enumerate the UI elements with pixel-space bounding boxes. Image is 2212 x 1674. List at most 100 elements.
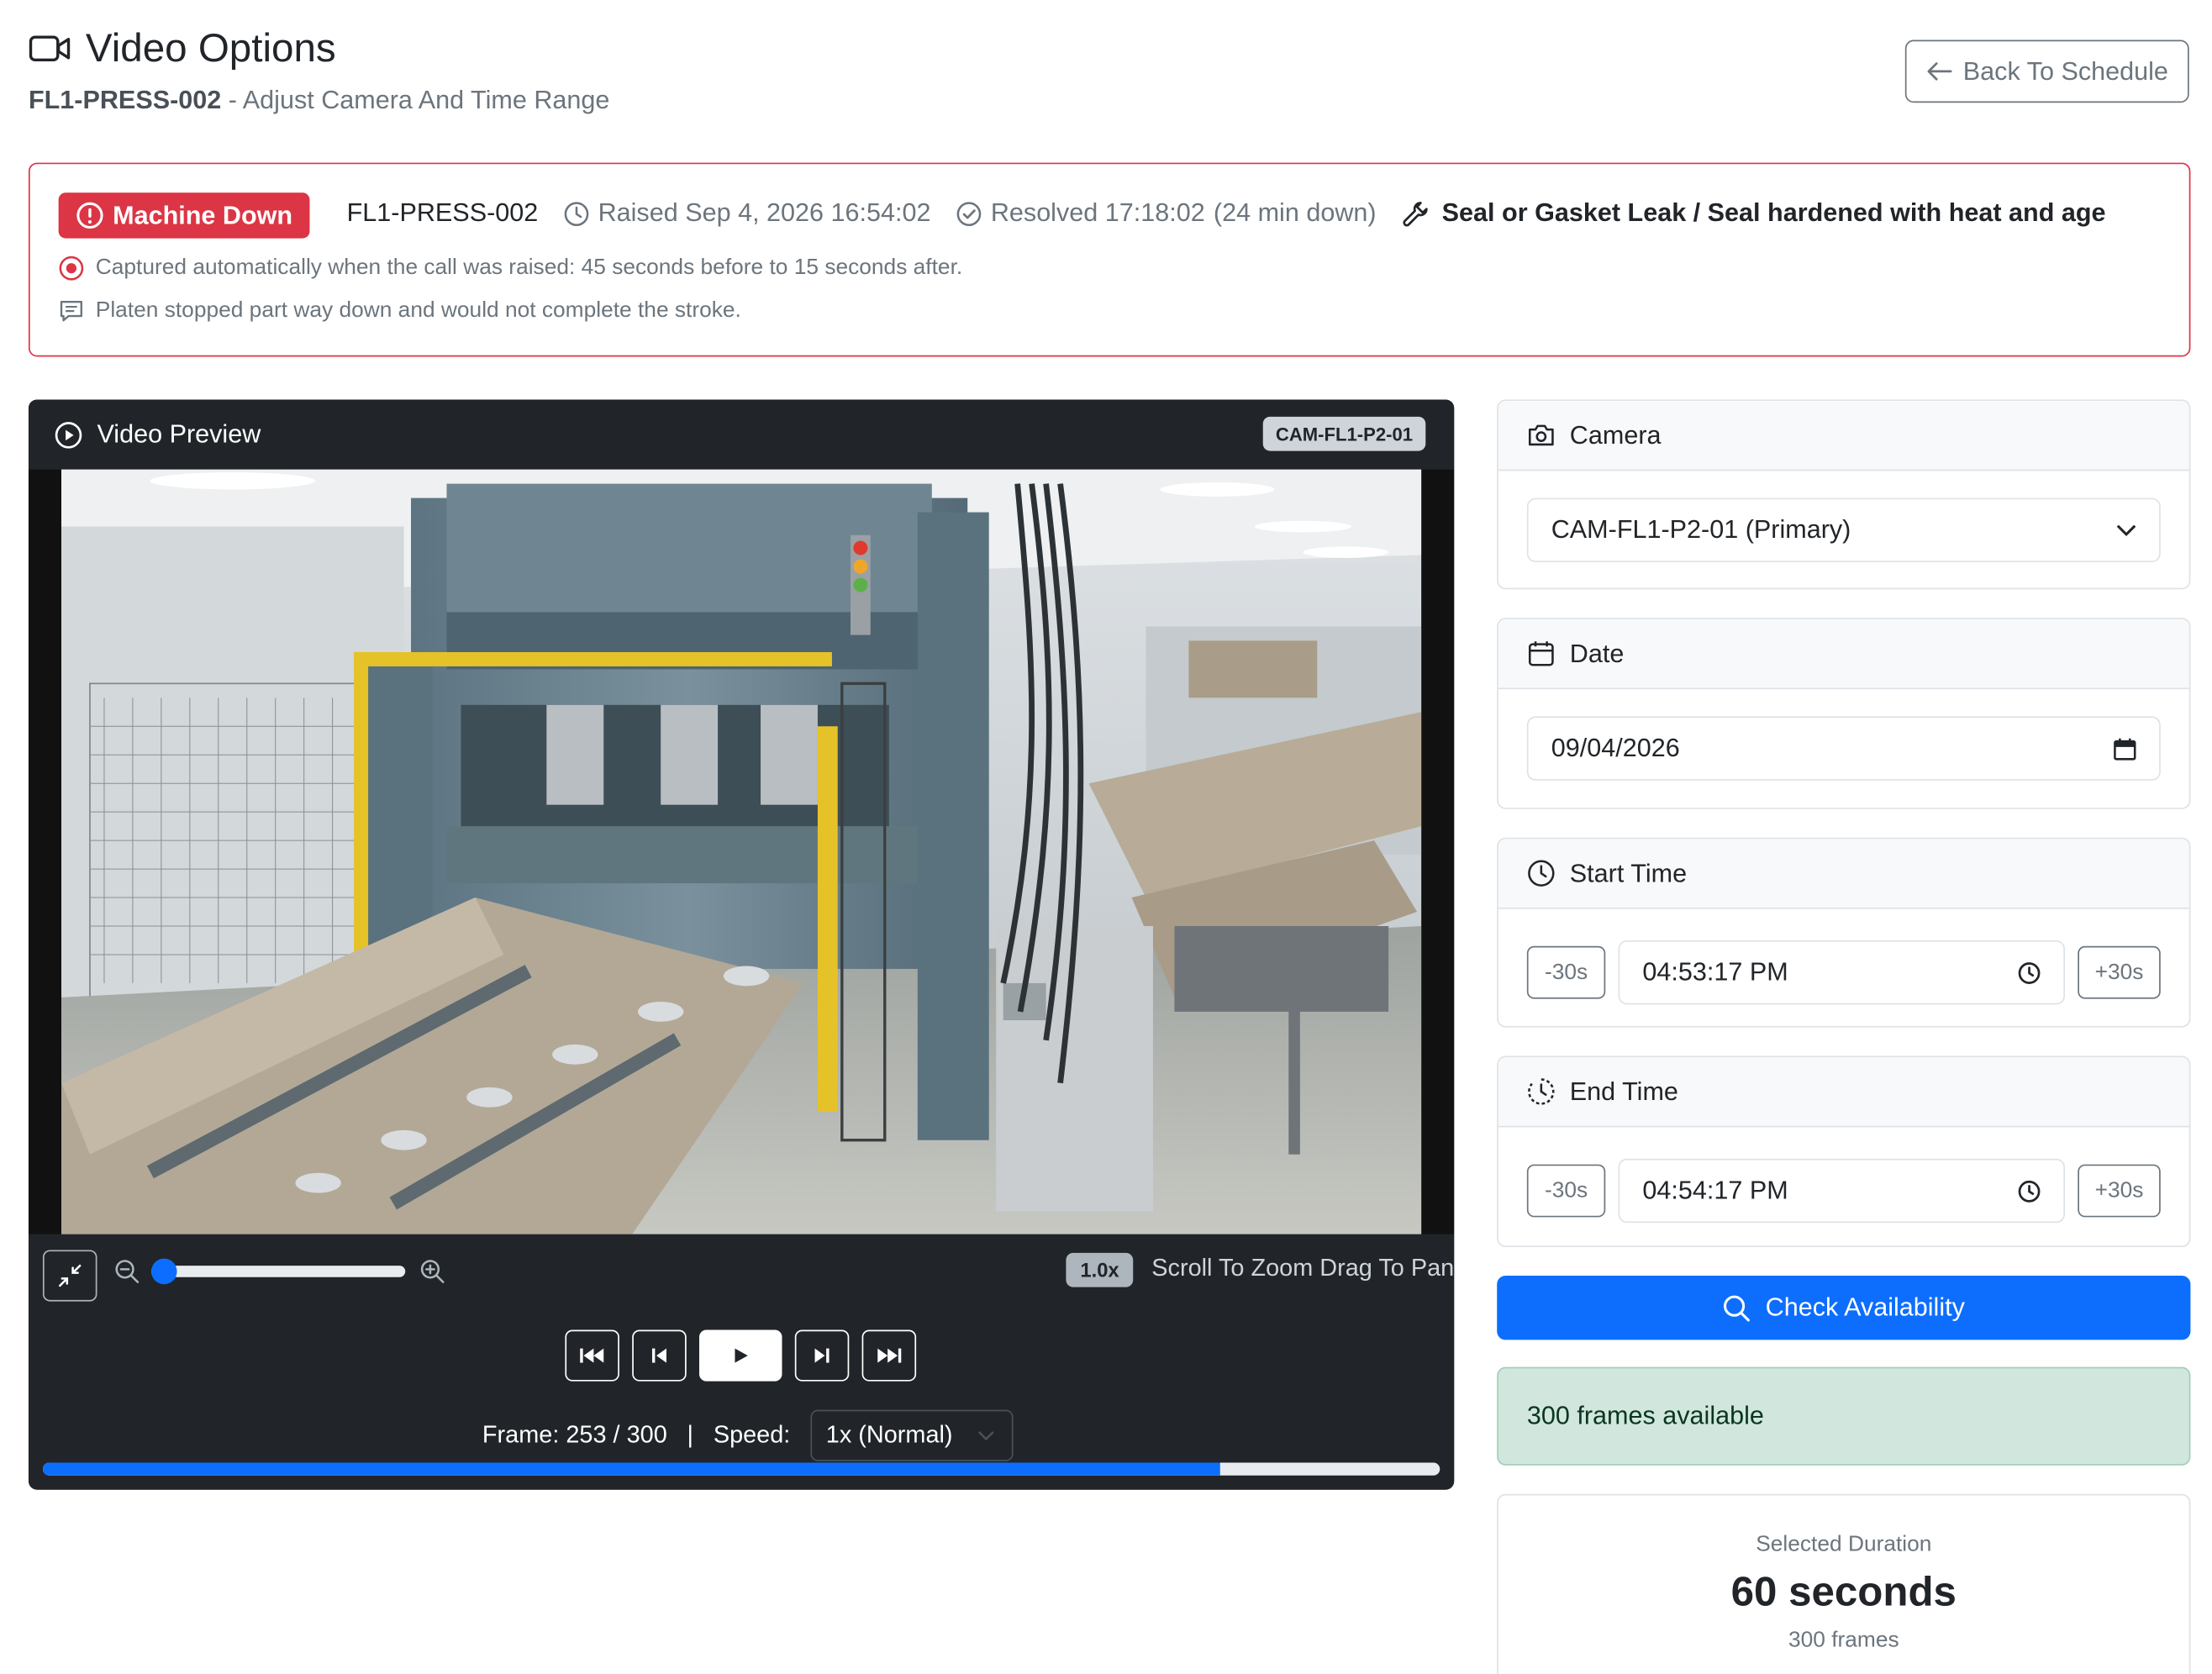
alert-issue-text: Seal or Gasket Leak / Seal hardened with… bbox=[1441, 198, 2106, 227]
search-icon bbox=[1723, 1293, 1751, 1322]
selected-duration-card: Selected Duration 60 seconds 300 frames bbox=[1497, 1493, 2191, 1674]
step-forward-icon bbox=[814, 1347, 830, 1364]
alert-resolved: Resolved 17:18:02 (24 min down) bbox=[956, 198, 1377, 229]
video-frame[interactable] bbox=[28, 469, 1455, 1234]
arrow-left-icon bbox=[1926, 61, 1952, 82]
time-picker-icon[interactable] bbox=[2018, 1179, 2041, 1202]
date-card-header: Date bbox=[1498, 619, 2189, 690]
camera-select[interactable]: CAM-FL1-P2-01 (Primary) bbox=[1526, 497, 2161, 563]
alert-raised-text: Raised Sep 4, 2026 16:54:02 bbox=[598, 198, 931, 227]
alert-downtime: (24 min down) bbox=[1213, 198, 1377, 227]
date-card: Date 09/04/2026 bbox=[1497, 618, 2191, 809]
step-back-icon bbox=[650, 1347, 667, 1364]
end-plus-30s-button[interactable]: +30s bbox=[2078, 1164, 2161, 1218]
start-time-card-header: Start Time bbox=[1498, 839, 2189, 909]
skip-to-start-button[interactable] bbox=[565, 1329, 619, 1382]
end-time-card-title: End Time bbox=[1569, 1077, 1678, 1106]
play-circle-icon bbox=[55, 420, 83, 449]
alert-comment-text: Platen stopped part way down and would n… bbox=[95, 297, 741, 323]
video-preview-header: Video Preview bbox=[28, 399, 1455, 470]
check-availability-button[interactable]: Check Availability bbox=[1497, 1276, 2191, 1340]
zoom-in-icon[interactable] bbox=[419, 1259, 445, 1285]
end-time-value: 04:54:17 PM bbox=[1642, 1176, 1788, 1205]
downtime-alert: Machine Down FL1-PRESS-002 Raised Sep 4,… bbox=[28, 162, 2191, 357]
page-subtitle: FL1-PRESS-002 - Adjust Camera And Time R… bbox=[29, 86, 609, 116]
play-icon bbox=[732, 1347, 749, 1364]
speed-select-value: 1x (Normal) bbox=[825, 1421, 953, 1449]
frame-counter: Frame: 253 / 300 bbox=[482, 1421, 667, 1449]
zoom-toolbar: 1.0x Scroll To Zoom Drag To Pan bbox=[28, 1234, 1455, 1316]
status-badge: Machine Down bbox=[58, 192, 310, 239]
alert-issue: Seal or Gasket Leak / Seal hardened with… bbox=[1402, 198, 2106, 229]
video-preview-title: Video Preview bbox=[97, 419, 261, 449]
speed-label: Speed: bbox=[713, 1421, 791, 1449]
check-availability-label: Check Availability bbox=[1765, 1292, 1965, 1322]
fullscreen-exit-button[interactable] bbox=[42, 1250, 97, 1302]
start-minus-30s-button[interactable]: -30s bbox=[1526, 945, 1606, 999]
page-title: Video Options bbox=[29, 26, 336, 71]
playback-controls: Frame: 253 / 300 | Speed: 1x (Normal) bbox=[28, 1315, 1455, 1490]
clock-icon bbox=[1527, 859, 1556, 887]
time-picker-icon[interactable] bbox=[2018, 961, 2041, 984]
status-badge-label: Machine Down bbox=[113, 200, 293, 229]
skip-end-icon bbox=[877, 1347, 903, 1364]
check-circle-icon bbox=[956, 201, 982, 227]
camera-card: Camera CAM-FL1-P2-01 (Primary) bbox=[1497, 399, 2191, 590]
capture-note-text: Captured automatically when the call was… bbox=[95, 255, 963, 280]
alert-summary: FL1-PRESS-002 Raised Sep 4, 2026 16:54:0… bbox=[347, 198, 2106, 229]
date-card-title: Date bbox=[1569, 638, 1625, 667]
camera-select-value: CAM-FL1-P2-01 (Primary) bbox=[1551, 514, 1851, 544]
end-time-card-header: End Time bbox=[1498, 1057, 2189, 1128]
duration-value: 60 seconds bbox=[1730, 1569, 1957, 1616]
step-forward-button[interactable] bbox=[794, 1329, 850, 1382]
calendar-picker-icon[interactable] bbox=[2114, 737, 2136, 760]
date-input[interactable]: 09/04/2026 bbox=[1526, 716, 2161, 781]
page-title-text: Video Options bbox=[85, 25, 336, 71]
alert-circle-icon bbox=[76, 201, 104, 229]
end-minus-30s-button[interactable]: -30s bbox=[1526, 1164, 1606, 1218]
calendar-icon bbox=[1527, 640, 1556, 668]
alert-resolved-text: Resolved 17:18:02 bbox=[990, 198, 1205, 227]
zoom-slider-handle[interactable] bbox=[150, 1258, 177, 1285]
zoom-slider-track[interactable] bbox=[150, 1266, 406, 1277]
step-back-button[interactable] bbox=[632, 1329, 687, 1382]
start-time-value: 04:53:17 PM bbox=[1642, 957, 1788, 987]
chevron-down-icon bbox=[977, 1429, 994, 1441]
skip-start-icon bbox=[579, 1347, 605, 1364]
video-camera-icon bbox=[29, 33, 71, 64]
collapse-arrows-icon bbox=[57, 1263, 83, 1289]
playback-progress[interactable] bbox=[42, 1462, 1440, 1476]
end-time-input[interactable]: 04:54:17 PM bbox=[1618, 1158, 2066, 1224]
play-button[interactable] bbox=[699, 1329, 782, 1382]
start-time-card: Start Time -30s 04:53:17 PM +30s bbox=[1497, 837, 2191, 1028]
subtitle-machine-id: FL1-PRESS-002 bbox=[28, 85, 222, 114]
zoom-hint: Scroll To Zoom Drag To Pan bbox=[1151, 1254, 1455, 1282]
alert-comment: Platen stopped part way down and would n… bbox=[59, 298, 741, 324]
start-plus-30s-button[interactable]: +30s bbox=[2078, 945, 2161, 999]
duration-frames: 300 frames bbox=[1788, 1628, 1899, 1653]
separator: | bbox=[687, 1421, 694, 1449]
video-still-image[interactable] bbox=[61, 469, 1422, 1234]
start-time-card-title: Start Time bbox=[1569, 858, 1688, 887]
back-to-schedule-label: Back To Schedule bbox=[1962, 56, 2168, 86]
clock-history-icon bbox=[1527, 1077, 1556, 1106]
frame-info: Frame: 253 / 300 | Speed: 1x (Normal) bbox=[482, 1409, 1014, 1461]
availability-status: 300 frames available bbox=[1497, 1366, 2191, 1466]
alert-raised: Raised Sep 4, 2026 16:54:02 bbox=[564, 198, 931, 229]
chat-icon bbox=[59, 298, 85, 324]
chevron-down-icon bbox=[2116, 524, 2136, 537]
zoom-level-badge: 1.0x bbox=[1066, 1252, 1134, 1287]
back-to-schedule-button[interactable]: Back To Schedule bbox=[1904, 39, 2189, 103]
camera-icon bbox=[1527, 423, 1556, 449]
video-preview-card: Video Preview CAM-FL1-P2-01 1.0x Scroll … bbox=[28, 399, 1455, 1490]
date-input-value: 09/04/2026 bbox=[1551, 733, 1680, 762]
playback-progress-fill bbox=[42, 1462, 1221, 1476]
clock-icon bbox=[564, 201, 590, 227]
skip-to-end-button[interactable] bbox=[861, 1329, 917, 1382]
end-time-card: End Time -30s 04:54:17 PM +30s bbox=[1497, 1055, 2191, 1248]
speed-select[interactable]: 1x (Normal) bbox=[810, 1409, 1014, 1461]
camera-card-title: Camera bbox=[1569, 420, 1662, 450]
camera-card-header: Camera bbox=[1498, 401, 2189, 471]
zoom-out-icon[interactable] bbox=[114, 1259, 140, 1285]
start-time-input[interactable]: 04:53:17 PM bbox=[1618, 940, 2066, 1005]
